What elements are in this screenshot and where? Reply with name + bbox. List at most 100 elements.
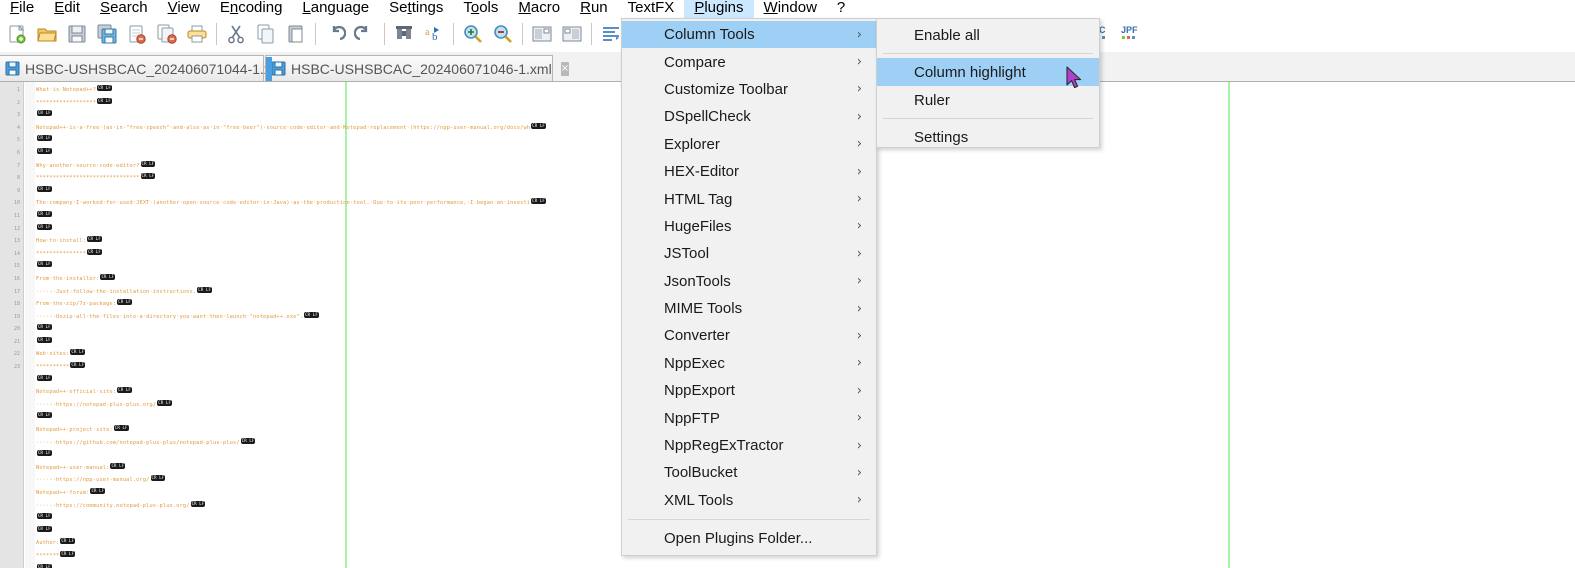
- line-number: 9: [16, 187, 20, 194]
- column-tools-item-enable-all[interactable]: Enable all: [877, 21, 1099, 49]
- crlf-marker: CR LF: [90, 488, 106, 494]
- crlf-marker: CR LF: [531, 122, 546, 129]
- replace-icon[interactable]: ab: [419, 19, 449, 49]
- menu-item-label: DSpellCheck: [664, 108, 751, 126]
- crlf-marker: CR LF: [37, 324, 52, 331]
- plugins-menu-item-jsontools[interactable]: JsonTools ›: [622, 268, 876, 295]
- plugins-menu-item-open-plugins-folder[interactable]: Open Plugins Folder...: [622, 525, 876, 552]
- menu-macro[interactable]: Macro: [508, 0, 570, 18]
- menu-item-label: Column highlight: [914, 63, 1026, 81]
- menu-file[interactable]: File: [0, 0, 44, 18]
- document-tab[interactable]: HSBC-USHSBCAC_202406071046-1.xml ×: [265, 55, 570, 81]
- line-number: 1: [16, 87, 20, 93]
- plugins-menu-item-jstool[interactable]: JSTool ›: [622, 240, 876, 267]
- crlf-marker: CR LF: [37, 185, 52, 192]
- menu-encoding[interactable]: Encoding: [210, 0, 293, 18]
- paste-icon[interactable]: [281, 19, 311, 49]
- plugins-menu-item-hugefiles[interactable]: HugeFiles ›: [622, 213, 876, 240]
- line-number: 12: [13, 225, 20, 232]
- menu-item-label: Column Tools: [664, 26, 755, 44]
- column-tools-item-settings[interactable]: Settings: [877, 123, 1099, 151]
- crlf-marker: CR LF: [197, 286, 213, 293]
- plugins-menu-item-mime-tools[interactable]: MIME Tools ›: [622, 295, 876, 322]
- line-number: 16: [13, 275, 20, 282]
- close-file-icon[interactable]: [122, 19, 152, 49]
- line-number: 18: [13, 301, 20, 308]
- plugins-menu-item-toolbucket[interactable]: ToolBucket ›: [622, 459, 876, 486]
- menu-plugins[interactable]: Plugins: [684, 0, 754, 18]
- crlf-marker: CR LF: [117, 299, 132, 306]
- sync-vertical-scroll-icon[interactable]: [527, 19, 557, 49]
- chevron-right-icon: ›: [856, 355, 862, 371]
- column-tools-item-column-highlight[interactable]: Column highlight: [877, 58, 1099, 86]
- fold-margin[interactable]: [25, 82, 35, 568]
- plugins-menu-item-xml-tools[interactable]: XML Tools ›: [622, 487, 876, 514]
- xml-file-icon: [5, 61, 20, 76]
- menu-window[interactable]: Window: [754, 0, 827, 18]
- plugins-menu-item-html-tag[interactable]: HTML Tag ›: [622, 185, 876, 212]
- plugins-menu-item-hex-editor[interactable]: HEX-Editor ›: [622, 158, 876, 185]
- chevron-right-icon: ›: [856, 410, 862, 426]
- copy-icon[interactable]: [251, 19, 281, 49]
- menu-settings[interactable]: Settings: [379, 0, 453, 18]
- jpf-icon[interactable]: JPF: [1115, 19, 1145, 49]
- menu-language[interactable]: Language: [292, 0, 379, 18]
- plugins-menu[interactable]: Column Tools › Compare › Customize Toolbar › D…: [621, 18, 877, 556]
- menu-run[interactable]: Run: [570, 0, 618, 18]
- plugins-menu-item-column-tools[interactable]: Column Tools ›: [622, 21, 876, 49]
- plugins-menu-item-nppexec[interactable]: NppExec ›: [622, 350, 876, 377]
- crlf-marker: CR LF: [37, 135, 52, 142]
- cut-icon[interactable]: [221, 19, 251, 49]
- menu-edit[interactable]: Edit: [44, 0, 90, 18]
- plugins-menu-item-converter[interactable]: Converter ›: [622, 322, 876, 349]
- svg-text:a: a: [425, 27, 430, 38]
- menu-search[interactable]: Search: [90, 0, 158, 18]
- menu-textfx[interactable]: TextFX: [618, 0, 685, 18]
- new-file-icon[interactable]: [2, 19, 32, 49]
- menu-bar: File Edit Search View Encoding Language Settin…: [0, 0, 1575, 18]
- menu-[interactable]: ?: [827, 0, 855, 18]
- plugins-menu-item-nppftp[interactable]: NppFTP ›: [622, 404, 876, 431]
- menu-item-label: Enable all: [914, 26, 980, 44]
- menu-tools[interactable]: Tools: [453, 0, 508, 18]
- chevron-right-icon: ›: [856, 328, 862, 344]
- line-number: 11: [13, 212, 20, 219]
- document-tab[interactable]: HSBC-USHSBCAC_202406071044-1.xml×: [0, 55, 304, 81]
- crlf-marker: CR LF: [37, 336, 52, 343]
- line-number: 8: [16, 175, 20, 182]
- plugins-menu-item-customize-toolbar[interactable]: Customize Toolbar ›: [622, 76, 876, 103]
- redo-icon[interactable]: [350, 19, 380, 49]
- find-icon[interactable]: [389, 19, 419, 49]
- toolbar-separator: [311, 19, 320, 49]
- crlf-marker: CR LF: [304, 311, 319, 318]
- menu-item-label: HTML Tag: [664, 190, 733, 208]
- chevron-right-icon: ›: [856, 273, 862, 289]
- menu-item-label: Settings: [914, 128, 969, 146]
- crlf-marker: CR LF: [37, 261, 52, 268]
- line-numbers: 1 2 3 4 5 6 7 8 9 10 11 12 13 14 15 16 17 18 19 20 21 22 23: [0, 84, 22, 374]
- line-number: 15: [13, 263, 20, 270]
- zoom-in-icon[interactable]: [458, 19, 488, 49]
- undo-icon[interactable]: [320, 19, 350, 49]
- print-icon[interactable]: [182, 19, 212, 49]
- column-tools-submenu[interactable]: Enable all Column highlight Ruler Settings: [876, 18, 1100, 148]
- plugins-menu-item-nppregextractor[interactable]: NppRegExTractor ›: [622, 432, 876, 459]
- menu-view[interactable]: View: [158, 0, 210, 18]
- plugins-menu-item-compare[interactable]: Compare ›: [622, 48, 876, 75]
- plugins-menu-item-explorer[interactable]: Explorer ›: [622, 131, 876, 158]
- plugins-menu-item-nppexport[interactable]: NppExport ›: [622, 377, 876, 404]
- toolbar-separator: [518, 19, 527, 49]
- open-file-icon[interactable]: [32, 19, 62, 49]
- crlf-marker: CR LF: [97, 97, 112, 104]
- column-tools-item-ruler[interactable]: Ruler: [877, 86, 1099, 114]
- zoom-out-icon[interactable]: [488, 19, 518, 49]
- save-all-icon[interactable]: [92, 19, 122, 49]
- menu-item-label: Compare: [664, 53, 726, 71]
- crlf-marker: CR LF: [37, 412, 52, 419]
- sync-horizontal-scroll-icon[interactable]: [557, 19, 587, 49]
- tab-close-button[interactable]: ×: [560, 61, 570, 76]
- menu-item-label: HEX-Editor: [664, 163, 740, 181]
- plugins-menu-item-dspellcheck[interactable]: DSpellCheck ›: [622, 103, 876, 130]
- close-all-icon[interactable]: [152, 19, 182, 49]
- save-icon[interactable]: [62, 19, 92, 49]
